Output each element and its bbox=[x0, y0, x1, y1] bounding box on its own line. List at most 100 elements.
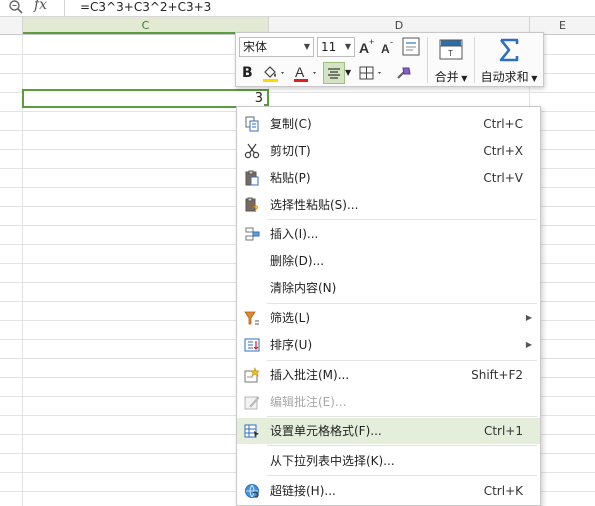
menu-item-shortcut: Ctrl+V bbox=[483, 171, 523, 185]
menu-item-label: 排序(U) bbox=[270, 338, 313, 352]
sort-icon bbox=[244, 337, 260, 353]
menu-item-pick-from-list[interactable]: 从下拉列表中选择(K)... bbox=[237, 448, 540, 474]
menu-item-sort[interactable]: 排序(U) ▶ bbox=[237, 332, 540, 358]
filter-icon bbox=[244, 310, 260, 326]
menu-separator bbox=[267, 219, 537, 220]
column-header-c[interactable]: C bbox=[23, 17, 269, 34]
menu-item-hyperlink[interactable]: 超链接(H)... Ctrl+K bbox=[237, 478, 540, 504]
format-cells-icon bbox=[244, 423, 260, 439]
menu-item-label: 编辑批注(E)... bbox=[270, 395, 347, 409]
chevron-down-icon: ▼ bbox=[458, 74, 468, 83]
menu-separator bbox=[267, 445, 537, 446]
bold-label: B bbox=[242, 65, 253, 81]
zoom-magnifier-icon[interactable] bbox=[8, 0, 24, 15]
font-name-select[interactable]: 宋体 ▼ bbox=[239, 37, 314, 57]
paint-bucket-icon bbox=[263, 66, 284, 82]
align-center-button[interactable] bbox=[323, 62, 345, 84]
menu-item-paste-special[interactable]: ? 选择性粘贴(S)... bbox=[237, 192, 540, 218]
text-frame-icon bbox=[402, 37, 420, 56]
sigma-icon bbox=[499, 38, 519, 62]
fill-color-button[interactable] bbox=[261, 63, 287, 83]
svg-text:+: + bbox=[369, 37, 374, 47]
menu-item-label: 插入批注(M)... bbox=[270, 368, 350, 382]
menu-separator bbox=[267, 303, 537, 304]
font-color-icon: A bbox=[294, 64, 316, 82]
autosum-label: 自动求和 ▼ bbox=[477, 68, 541, 85]
scissors-icon bbox=[244, 143, 260, 159]
autosum-button[interactable]: 自动求和 ▼ bbox=[477, 35, 541, 85]
merge-cells-icon: T bbox=[439, 39, 463, 60]
chevron-down-icon: ▼ bbox=[345, 68, 352, 77]
svg-text:A: A bbox=[381, 42, 390, 56]
format-painter-frame-button[interactable] bbox=[401, 36, 421, 58]
menu-item-format-cells[interactable]: 设置单元格格式(F)... Ctrl+1 bbox=[237, 418, 540, 444]
font-color-button[interactable]: A bbox=[292, 63, 320, 83]
menu-separator bbox=[267, 416, 537, 417]
bold-button[interactable]: B bbox=[242, 63, 256, 83]
edit-comment-icon bbox=[244, 394, 260, 410]
formula-input[interactable]: =C3^3+C3^2+C3+3 bbox=[80, 0, 211, 14]
menu-item-edit-comment: 编辑批注(E)... bbox=[237, 389, 540, 415]
svg-text:A: A bbox=[359, 40, 369, 56]
menu-item-label: 删除(D)... bbox=[270, 254, 325, 268]
menu-item-shortcut: Ctrl+X bbox=[483, 144, 523, 158]
chevron-down-icon: ▼ bbox=[303, 42, 310, 51]
svg-text:T: T bbox=[448, 49, 453, 58]
menu-item-delete[interactable]: 删除(D)... bbox=[237, 248, 540, 274]
menu-item-filter[interactable]: 筛选(L) ▶ bbox=[237, 305, 540, 331]
paste-special-icon: ? bbox=[244, 197, 260, 214]
merge-cells-button[interactable]: T 合并 ▼ bbox=[431, 35, 471, 85]
paste-icon bbox=[244, 170, 260, 186]
menu-item-label: 剪切(T) bbox=[270, 144, 311, 158]
menu-item-label: 设置单元格格式(F)... bbox=[270, 424, 382, 438]
menu-separator bbox=[267, 475, 537, 476]
insert-comment-icon bbox=[244, 367, 260, 383]
insert-function-button[interactable]: fx bbox=[34, 0, 47, 13]
submenu-arrow-icon: ▶ bbox=[525, 340, 532, 349]
menu-item-shortcut: Shift+F2 bbox=[471, 368, 523, 382]
menu-item-shortcut: Ctrl+C bbox=[483, 117, 523, 131]
menu-item-shortcut: Ctrl+1 bbox=[483, 424, 523, 438]
menu-item-copy[interactable]: 复制(C) Ctrl+C bbox=[237, 111, 540, 137]
formula-bar: fx =C3^3+C3^2+C3+3 bbox=[0, 0, 595, 17]
menu-item-shortcut: Ctrl+K bbox=[483, 484, 523, 498]
menu-item-insert-comment[interactable]: 插入批注(M)... Shift+F2 bbox=[237, 362, 540, 388]
menu-item-label: 从下拉列表中选择(K)... bbox=[270, 454, 395, 468]
font-size-select[interactable]: 11 ▼ bbox=[317, 37, 355, 57]
menu-item-label: 筛选(L) bbox=[270, 311, 311, 325]
align-dropdown-button[interactable]: ▼ bbox=[345, 63, 355, 83]
formula-bar-divider bbox=[64, 0, 65, 16]
font-grow-icon: A + bbox=[359, 37, 374, 56]
menu-item-clear-contents[interactable]: 清除内容(N) bbox=[237, 275, 540, 301]
chevron-down-icon: ▼ bbox=[528, 74, 538, 83]
format-painter-button[interactable] bbox=[393, 63, 415, 83]
menu-item-label: 插入(I)... bbox=[270, 227, 319, 241]
insert-icon bbox=[244, 226, 260, 242]
merge-label-text: 合并 bbox=[434, 70, 459, 84]
column-header-b-partial[interactable] bbox=[0, 17, 23, 34]
cell-context-menu: 复制(C) Ctrl+C 剪切(T) Ctrl+X 粘贴(P) Ctrl+V ?… bbox=[236, 106, 541, 506]
merge-label: 合并 ▼ bbox=[431, 68, 471, 85]
menu-item-label: 超链接(H)... bbox=[270, 484, 336, 498]
toolbar-separator bbox=[427, 37, 428, 83]
menu-item-paste[interactable]: 粘贴(P) Ctrl+V bbox=[237, 165, 540, 191]
menu-item-cut[interactable]: 剪切(T) Ctrl+X bbox=[237, 138, 540, 164]
borders-grid-icon bbox=[359, 66, 381, 80]
increase-font-size-button[interactable]: A + bbox=[358, 37, 376, 57]
menu-item-label: 选择性粘贴(S)... bbox=[270, 198, 359, 212]
menu-item-label: 清除内容(N) bbox=[270, 281, 337, 295]
copy-icon bbox=[244, 116, 260, 132]
floating-format-toolbar: 宋体 ▼ 11 ▼ A + A - B A ▼ T 合并 ▼ 自动求和 ▼ bbox=[235, 32, 544, 87]
svg-text:-: - bbox=[390, 37, 393, 47]
submenu-arrow-icon: ▶ bbox=[525, 313, 532, 322]
menu-item-insert[interactable]: 插入(I)... bbox=[237, 221, 540, 247]
decrease-font-size-button[interactable]: A - bbox=[379, 37, 397, 57]
font-shrink-icon: A - bbox=[381, 37, 393, 56]
active-cell-c3[interactable]: 3 bbox=[22, 89, 269, 108]
svg-text:A: A bbox=[295, 64, 305, 80]
font-size-value: 11 bbox=[321, 40, 337, 54]
borders-button[interactable] bbox=[357, 63, 387, 83]
format-painter-icon bbox=[397, 67, 411, 79]
align-center-icon bbox=[328, 68, 340, 79]
hyperlink-icon bbox=[244, 483, 260, 499]
